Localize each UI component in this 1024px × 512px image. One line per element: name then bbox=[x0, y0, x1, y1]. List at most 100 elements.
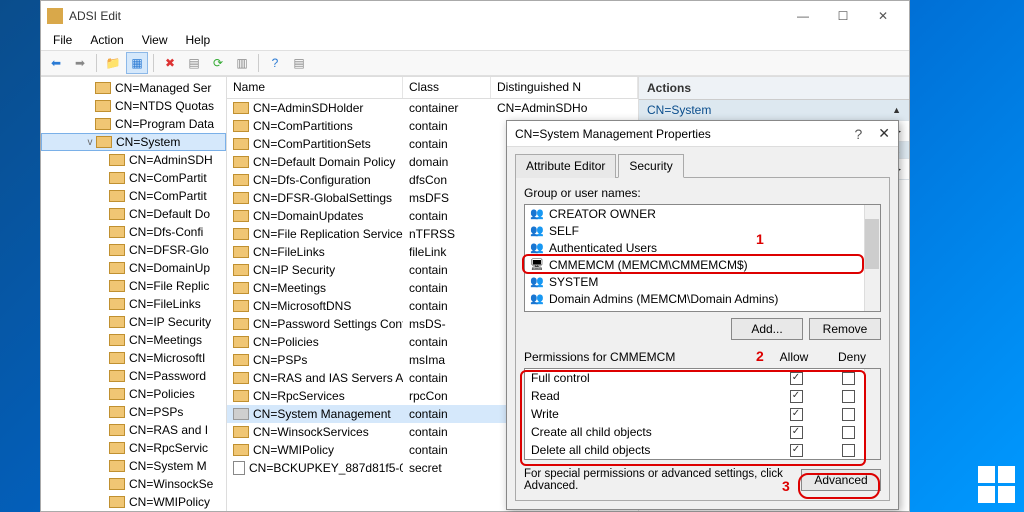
folder-icon bbox=[109, 478, 125, 490]
tree-node[interactable]: CN=MicrosoftI bbox=[41, 349, 226, 367]
menu-file[interactable]: File bbox=[45, 31, 80, 49]
allow-checkbox[interactable]: ✓ bbox=[790, 444, 803, 457]
remove-button[interactable]: Remove bbox=[809, 318, 881, 340]
tree-node[interactable]: CN=Password bbox=[41, 367, 226, 385]
export-icon[interactable]: ▥ bbox=[231, 52, 253, 74]
tree-node[interactable]: CN=Managed Ser bbox=[41, 79, 226, 97]
principal-row[interactable]: 👥SELF bbox=[525, 222, 880, 239]
tree-node[interactable]: CN=DFSR-Glo bbox=[41, 241, 226, 259]
tree-node[interactable]: CN=RAS and I bbox=[41, 421, 226, 439]
tree-node[interactable]: CN=ComPartit bbox=[41, 187, 226, 205]
menu-view[interactable]: View bbox=[134, 31, 176, 49]
principal-row[interactable]: 👥SYSTEM bbox=[525, 273, 880, 290]
dialog-titlebar: CN=System Management Properties ? ✕ bbox=[507, 121, 898, 147]
folder-icon bbox=[109, 370, 125, 382]
actions-section-system[interactable]: CN=System ▲ bbox=[639, 100, 909, 121]
folder-icon bbox=[233, 336, 249, 348]
tree-node[interactable]: CN=FileLinks bbox=[41, 295, 226, 313]
folder-icon bbox=[233, 390, 249, 402]
tree-node[interactable]: CN=Program Data bbox=[41, 115, 226, 133]
list-row[interactable]: CN=AdminSDHoldercontainerCN=AdminSDHo bbox=[227, 99, 638, 117]
folder-icon bbox=[109, 352, 125, 364]
folder-icon bbox=[109, 316, 125, 328]
col-class[interactable]: Class bbox=[403, 77, 491, 98]
allow-checkbox[interactable]: ✓ bbox=[790, 408, 803, 421]
view-button[interactable]: ▦ bbox=[126, 52, 148, 74]
tree-node[interactable]: CN=File Replic bbox=[41, 277, 226, 295]
tree-label: CN=DFSR-Glo bbox=[129, 243, 209, 257]
forward-button[interactable]: ➡ bbox=[69, 52, 91, 74]
tree-node[interactable]: vCN=System bbox=[41, 133, 226, 151]
collapse-icon[interactable]: ▲ bbox=[892, 105, 901, 115]
tree-node[interactable]: CN=PSPs bbox=[41, 403, 226, 421]
tree-label: CN=MicrosoftI bbox=[129, 351, 205, 365]
delete-button[interactable]: ✖ bbox=[159, 52, 181, 74]
close-button[interactable]: ✕ bbox=[863, 4, 903, 28]
col-name[interactable]: Name bbox=[227, 77, 403, 98]
group-icon: 👥 bbox=[529, 224, 545, 238]
tree-node[interactable]: CN=ComPartit bbox=[41, 169, 226, 187]
allow-checkbox[interactable]: ✓ bbox=[790, 426, 803, 439]
menu-help[interactable]: Help bbox=[178, 31, 219, 49]
scrollbar[interactable] bbox=[864, 369, 880, 459]
deny-checkbox[interactable] bbox=[842, 444, 855, 457]
dialog-title: CN=System Management Properties bbox=[515, 127, 854, 141]
maximize-button[interactable]: ☐ bbox=[823, 4, 863, 28]
tree-node[interactable]: CN=WinsockSe bbox=[41, 475, 226, 493]
list-header[interactable]: Name Class Distinguished N bbox=[227, 77, 638, 99]
options-icon[interactable]: ▤ bbox=[288, 52, 310, 74]
dialog-help-button[interactable]: ? bbox=[854, 126, 862, 142]
group-icon: 👥 bbox=[529, 241, 545, 255]
minimize-button[interactable]: — bbox=[783, 4, 823, 28]
tree-node[interactable]: CN=IP Security bbox=[41, 313, 226, 331]
back-button[interactable]: ⬅ bbox=[45, 52, 67, 74]
folder-icon bbox=[233, 300, 249, 312]
tree-label: CN=FileLinks bbox=[129, 297, 201, 311]
tree-label: CN=DomainUp bbox=[129, 261, 210, 275]
tab-security[interactable]: Security bbox=[618, 154, 683, 178]
scrollbar-thumb[interactable] bbox=[865, 219, 879, 269]
tree-node[interactable]: CN=Default Do bbox=[41, 205, 226, 223]
permissions-listbox[interactable]: Full control✓Read✓Write✓Create all child… bbox=[524, 368, 881, 460]
col-dn[interactable]: Distinguished N bbox=[491, 77, 638, 98]
properties-icon[interactable]: ▤ bbox=[183, 52, 205, 74]
windows-logo-icon bbox=[978, 466, 1016, 504]
dialog-close-button[interactable]: ✕ bbox=[878, 125, 890, 142]
tree-node[interactable]: CN=RpcServic bbox=[41, 439, 226, 457]
menu-action[interactable]: Action bbox=[82, 31, 131, 49]
deny-checkbox[interactable] bbox=[842, 408, 855, 421]
allow-checkbox[interactable]: ✓ bbox=[790, 372, 803, 385]
principals-listbox[interactable]: 👥CREATOR OWNER👥SELF👥Authenticated Users🖥… bbox=[524, 204, 881, 312]
folder-icon bbox=[109, 244, 125, 256]
principal-row[interactable]: 👥CREATOR OWNER bbox=[525, 205, 880, 222]
tree-node[interactable]: CN=AdminSDH bbox=[41, 151, 226, 169]
folder-icon bbox=[233, 246, 249, 258]
folder-icon bbox=[109, 190, 125, 202]
tree-node[interactable]: CN=DomainUp bbox=[41, 259, 226, 277]
tree-label: CN=Meetings bbox=[129, 333, 202, 347]
tab-attribute-editor[interactable]: Attribute Editor bbox=[515, 154, 616, 178]
principal-row[interactable]: 👥Authenticated Users bbox=[525, 239, 880, 256]
tree-node[interactable]: CN=Dfs-Confi bbox=[41, 223, 226, 241]
allow-checkbox[interactable]: ✓ bbox=[790, 390, 803, 403]
deny-checkbox[interactable] bbox=[842, 390, 855, 403]
up-button[interactable]: 📁 bbox=[102, 52, 124, 74]
tree-node[interactable]: CN=Meetings bbox=[41, 331, 226, 349]
tree-node[interactable]: CN=Policies bbox=[41, 385, 226, 403]
window-title: ADSI Edit bbox=[69, 9, 783, 23]
tree-node[interactable]: CN=WMIPolicy bbox=[41, 493, 226, 511]
refresh-icon[interactable]: ⟳ bbox=[207, 52, 229, 74]
tree-node[interactable]: CN=NTDS Quotas bbox=[41, 97, 226, 115]
principal-row[interactable]: 🖥CMMEMCM (MEMCM\CMMEMCM$) bbox=[525, 256, 880, 273]
add-button[interactable]: Add... bbox=[731, 318, 803, 340]
principal-row[interactable]: 👥Domain Admins (MEMCM\Domain Admins) bbox=[525, 290, 880, 307]
help-icon[interactable]: ? bbox=[264, 52, 286, 74]
tree-pane[interactable]: CN=Managed SerCN=NTDS QuotasCN=Program D… bbox=[41, 77, 227, 511]
dialog-tabs: Attribute Editor Security bbox=[507, 147, 898, 177]
deny-checkbox[interactable] bbox=[842, 372, 855, 385]
scrollbar[interactable] bbox=[864, 205, 880, 311]
advanced-button[interactable]: Advanced bbox=[801, 469, 881, 491]
tree-node[interactable]: CN=System M bbox=[41, 457, 226, 475]
folder-icon bbox=[109, 262, 125, 274]
deny-checkbox[interactable] bbox=[842, 426, 855, 439]
